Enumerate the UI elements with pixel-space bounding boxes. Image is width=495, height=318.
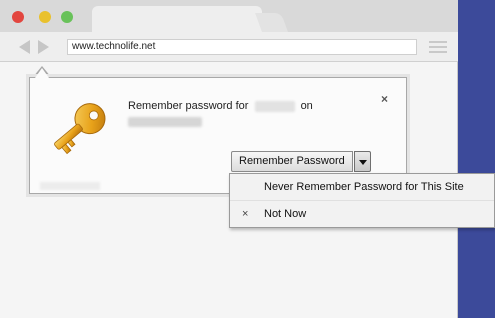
chevron-down-icon — [358, 160, 367, 165]
remember-password-button[interactable]: Remember Password — [231, 151, 353, 172]
zoom-window-button[interactable] — [61, 11, 73, 23]
minimize-window-button[interactable] — [39, 11, 51, 23]
prompt-text: Remember password for on — [128, 98, 368, 130]
password-options-menu: Never Remember Password for This Site × … — [229, 173, 495, 228]
tab-active[interactable] — [92, 6, 262, 32]
redacted-footer — [40, 182, 100, 190]
forward-arrow-icon[interactable] — [36, 38, 52, 56]
menu-icon[interactable] — [429, 41, 447, 54]
toolbar: www.technolife.net — [0, 32, 458, 62]
redacted-username — [254, 100, 295, 112]
address-bar[interactable]: www.technolife.net — [67, 39, 417, 55]
key-icon — [47, 96, 113, 158]
close-icon: × — [242, 208, 249, 220]
menu-item-never-remember[interactable]: Never Remember Password for This Site — [230, 174, 494, 201]
tab-new[interactable] — [255, 13, 288, 32]
prompt-prefix: Remember password for — [128, 100, 249, 112]
popup-pointer-fill — [35, 68, 49, 78]
password-options-dropdown[interactable] — [353, 151, 371, 172]
close-icon[interactable]: × — [381, 92, 388, 106]
redacted-site — [128, 117, 202, 128]
back-arrow-icon[interactable] — [16, 38, 32, 56]
url-text: www.technolife.net — [72, 41, 156, 52]
close-window-button[interactable] — [12, 11, 24, 23]
menu-item-label: Never Remember Password for This Site — [264, 181, 464, 193]
menu-item-not-now[interactable]: × Not Now — [230, 201, 494, 228]
title-bar — [0, 0, 458, 32]
menu-item-label: Not Now — [264, 208, 307, 220]
remember-password-split-button: Remember Password — [231, 151, 371, 172]
prompt-on: on — [300, 100, 313, 112]
